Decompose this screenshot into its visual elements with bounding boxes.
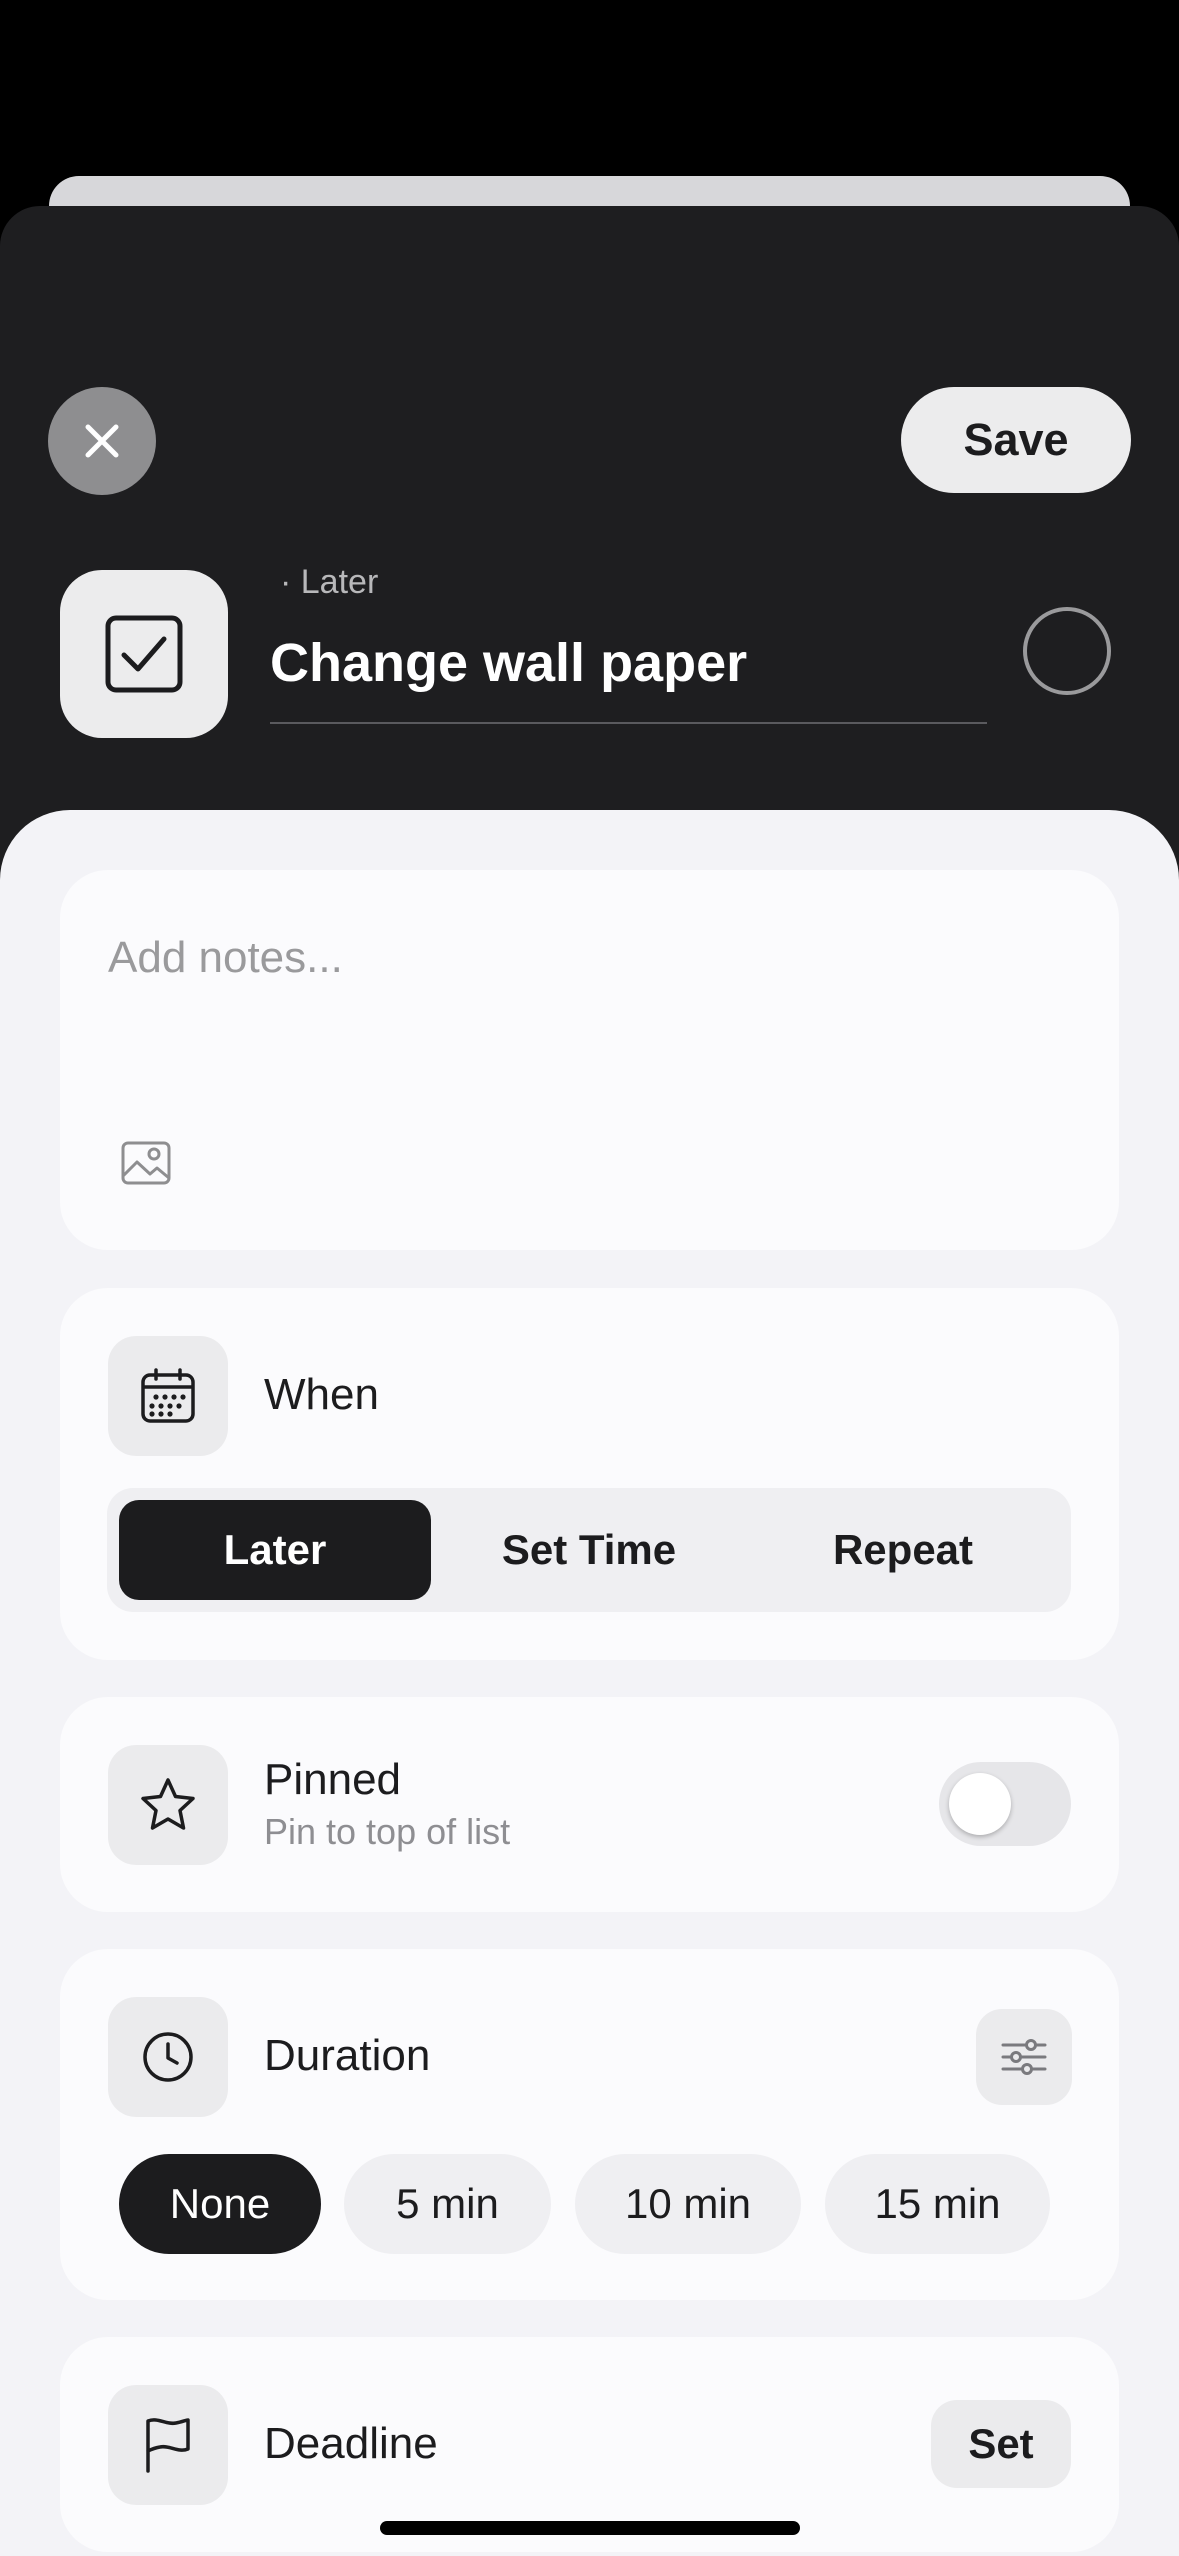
pinned-label: Pinned xyxy=(264,1755,402,1804)
calendar-icon xyxy=(141,1368,195,1423)
close-button[interactable] xyxy=(48,387,156,495)
when-card: When Later Set Time Repeat xyxy=(60,1288,1119,1660)
flag-icon xyxy=(146,2418,190,2473)
home-indicator xyxy=(380,2521,800,2535)
title-underline xyxy=(270,722,987,724)
duration-option-none[interactable]: None xyxy=(119,2154,321,2254)
deadline-label: Deadline xyxy=(264,2419,438,2468)
duration-settings-button[interactable] xyxy=(976,2009,1072,2105)
complete-toggle[interactable] xyxy=(1023,607,1111,695)
star-icon xyxy=(141,1778,195,1830)
when-segmented-control: Later Set Time Repeat xyxy=(107,1488,1071,1612)
duration-option-5-min[interactable]: 5 min xyxy=(344,2154,551,2254)
sliders-icon xyxy=(1001,2039,1047,2075)
deadline-icon-box xyxy=(108,2385,228,2505)
duration-card: Duration None 5 min 10 min 15 min xyxy=(60,1949,1119,2300)
notes-input[interactable]: Add notes... xyxy=(108,933,343,983)
close-icon xyxy=(85,424,119,458)
duration-option-10-min[interactable]: 10 min xyxy=(575,2154,801,2254)
clock-icon xyxy=(143,2032,193,2082)
pinned-card: Pinned Pin to top of list xyxy=(60,1697,1119,1912)
image-attach-icon[interactable] xyxy=(120,1140,172,1186)
pinned-icon-box xyxy=(108,1745,228,1865)
deadline-set-button[interactable]: Set xyxy=(931,2400,1071,2488)
deadline-card: Deadline Set xyxy=(60,2337,1119,2552)
duration-icon-box xyxy=(108,1997,228,2117)
task-title-input[interactable]: Change wall paper xyxy=(270,632,747,694)
when-icon-box xyxy=(108,1336,228,1456)
toggle-knob xyxy=(949,1773,1011,1835)
task-list-label: · Later xyxy=(280,563,379,601)
task-type-button[interactable] xyxy=(60,570,228,738)
pinned-toggle[interactable] xyxy=(939,1762,1071,1846)
save-button[interactable]: Save xyxy=(901,387,1131,493)
notes-card: Add notes... xyxy=(60,870,1119,1250)
pinned-description: Pin to top of list xyxy=(264,1811,511,1852)
duration-label: Duration xyxy=(264,2031,431,2080)
duration-option-15-min[interactable]: 15 min xyxy=(825,2154,1050,2254)
checkbox-icon xyxy=(105,615,183,693)
when-option-repeat[interactable]: Repeat xyxy=(747,1500,1059,1600)
when-option-set-time[interactable]: Set Time xyxy=(433,1500,745,1600)
when-option-later[interactable]: Later xyxy=(119,1500,431,1600)
when-label: When xyxy=(264,1370,379,1419)
